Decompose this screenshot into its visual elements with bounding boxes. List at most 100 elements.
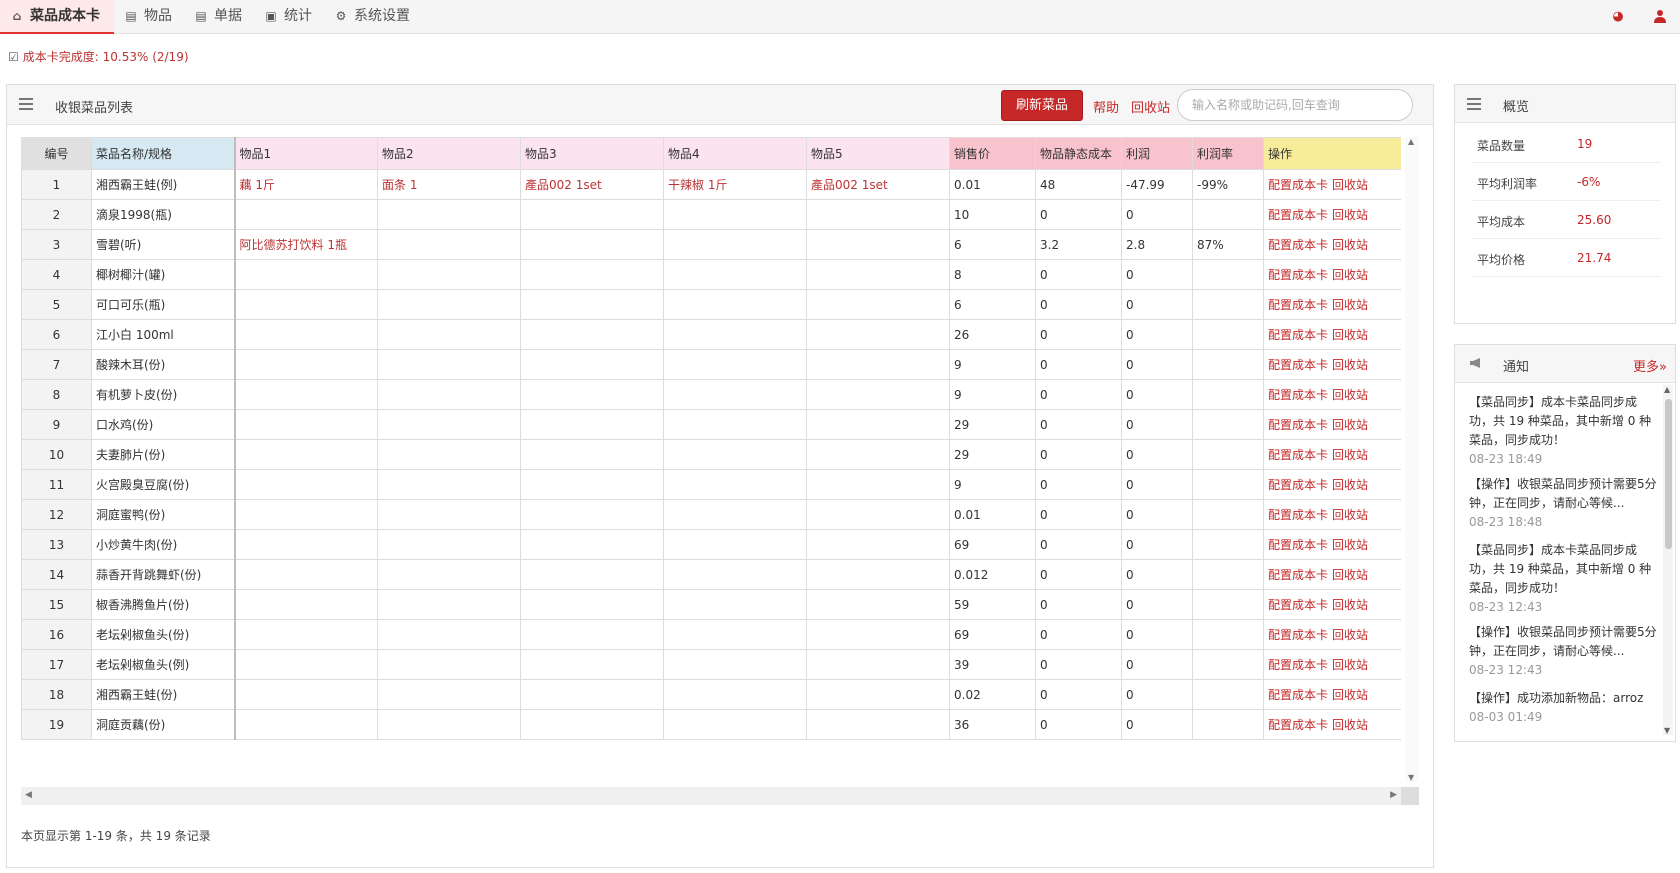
cell-item-4[interactable]	[663, 409, 807, 440]
cell-item-3[interactable]	[520, 649, 664, 680]
cell-item-2[interactable]	[377, 259, 521, 290]
cell-item-5[interactable]	[806, 289, 950, 320]
cell-item-1[interactable]	[234, 499, 378, 530]
column-header-item5[interactable]: 物品5	[806, 137, 950, 170]
configure-cost-card-link[interactable]: 配置成本卡	[1268, 628, 1328, 642]
cell-item-3[interactable]	[520, 439, 664, 470]
cell-item-1[interactable]	[234, 679, 378, 710]
cell-item-1[interactable]	[234, 559, 378, 590]
cell-item-3[interactable]	[520, 589, 664, 620]
scroll-left-icon[interactable]: ◀	[25, 790, 32, 800]
cell-item-5[interactable]	[806, 529, 950, 560]
cell-item-5[interactable]	[806, 229, 950, 260]
recycle-link[interactable]: 回收站	[1332, 448, 1368, 462]
table-vertical-scrollbar[interactable]: ▲ ▼	[1405, 137, 1419, 782]
recycle-link[interactable]: 回收站	[1332, 478, 1368, 492]
configure-cost-card-link[interactable]: 配置成本卡	[1268, 178, 1328, 192]
recycle-link[interactable]: 回收站	[1332, 628, 1368, 642]
notice-item[interactable]: 【操作】收银菜品同步预计需要5分钟，正在同步，请耐心等候... 08-23 12…	[1469, 623, 1659, 680]
cell-item-4[interactable]	[663, 559, 807, 590]
recycle-link[interactable]: 回收站	[1332, 298, 1368, 312]
recycle-link[interactable]: 回收站	[1332, 178, 1368, 192]
configure-cost-card-link[interactable]: 配置成本卡	[1268, 568, 1328, 582]
cell-item-4[interactable]	[663, 529, 807, 560]
cell-item-4[interactable]	[663, 319, 807, 350]
cell-item-1[interactable]	[234, 379, 378, 410]
recycle-link[interactable]: 回收站	[1332, 328, 1368, 342]
table-row[interactable]: 6 江小白 100ml 26 0 0 配置成本卡 回收站	[21, 319, 1401, 350]
cell-item-4[interactable]	[663, 259, 807, 290]
cell-item-1[interactable]	[234, 439, 378, 470]
cell-item-4[interactable]	[663, 499, 807, 530]
configure-cost-card-link[interactable]: 配置成本卡	[1268, 208, 1328, 222]
cell-item-4[interactable]	[663, 289, 807, 320]
recycle-link[interactable]: 回收站	[1332, 598, 1368, 612]
column-header-item1[interactable]: 物品1	[234, 137, 378, 170]
cell-item-1[interactable]	[234, 589, 378, 620]
cell-item-1[interactable]	[234, 319, 378, 350]
table-row[interactable]: 10 夫妻肺片(份) 29 0 0 配置成本卡 回收站	[21, 439, 1401, 470]
cell-item-5[interactable]	[806, 439, 950, 470]
table-horizontal-scrollbar[interactable]: ◀ ▶	[21, 787, 1419, 805]
configure-cost-card-link[interactable]: 配置成本卡	[1268, 598, 1328, 612]
table-row[interactable]: 1 湘西霸王蛙(例) 藕 1斤 面条 1 產品002 1set 干辣椒 1斤 產品002 1…	[21, 169, 1401, 200]
table-row[interactable]: 15 椒香沸腾鱼片(份) 59 0 0 配置成本卡 回收站	[21, 589, 1401, 620]
scroll-up-icon[interactable]: ▲	[1664, 385, 1670, 394]
cell-item-5[interactable]	[806, 499, 950, 530]
user-icon[interactable]	[1652, 9, 1668, 25]
column-header-price[interactable]: 销售价	[949, 137, 1036, 170]
nav-tab-settings[interactable]: ⚙ 系统设置	[334, 0, 410, 34]
cell-item-2[interactable]: 面条 1	[377, 169, 521, 200]
more-notices-link[interactable]: 更多»	[1633, 356, 1667, 375]
search-input[interactable]	[1177, 89, 1413, 121]
cell-item-1[interactable]	[234, 469, 378, 500]
cell-item-5[interactable]: 產品002 1set	[806, 169, 950, 200]
cell-item-4[interactable]	[663, 619, 807, 650]
scroll-right-icon[interactable]: ▶	[1390, 790, 1397, 800]
cell-item-4[interactable]	[663, 199, 807, 230]
cell-item-3[interactable]	[520, 469, 664, 500]
recycle-link[interactable]: 回收站	[1332, 658, 1368, 672]
configure-cost-card-link[interactable]: 配置成本卡	[1268, 688, 1328, 702]
cell-item-1[interactable]	[234, 529, 378, 560]
configure-cost-card-link[interactable]: 配置成本卡	[1268, 418, 1328, 432]
refresh-dishes-button[interactable]: 刷新菜品	[1001, 90, 1083, 121]
cell-item-4[interactable]	[663, 379, 807, 410]
table-row[interactable]: 14 蒜香开背跳舞虾(份) 0.012 0 0 配置成本卡 回收站	[21, 559, 1401, 590]
cell-item-1[interactable]	[234, 349, 378, 380]
cell-item-2[interactable]	[377, 319, 521, 350]
cell-item-1[interactable]	[234, 289, 378, 320]
column-header-name[interactable]: 菜品名称/规格	[91, 137, 236, 170]
recycle-link[interactable]: 回收站	[1332, 388, 1368, 402]
nav-tab-items[interactable]: ▤ 物品	[124, 0, 172, 34]
column-header-item4[interactable]: 物品4	[663, 137, 807, 170]
cell-item-1[interactable]	[234, 259, 378, 290]
configure-cost-card-link[interactable]: 配置成本卡	[1268, 538, 1328, 552]
table-row[interactable]: 2 滴泉1998(瓶) 10 0 0 配置成本卡 回收站	[21, 199, 1401, 230]
nav-tab-statistics[interactable]: ▣ 统计	[264, 0, 312, 34]
cell-item-2[interactable]	[377, 439, 521, 470]
cell-item-4[interactable]	[663, 469, 807, 500]
table-row[interactable]: 11 火宫殿臭豆腐(份) 9 0 0 配置成本卡 回收站	[21, 469, 1401, 500]
cell-item-5[interactable]	[806, 649, 950, 680]
cell-item-2[interactable]	[377, 469, 521, 500]
table-row[interactable]: 9 口水鸡(份) 29 0 0 配置成本卡 回收站	[21, 409, 1401, 440]
cell-item-2[interactable]	[377, 559, 521, 590]
cell-item-5[interactable]	[806, 199, 950, 230]
cell-item-3[interactable]	[520, 349, 664, 380]
cell-item-3[interactable]	[520, 499, 664, 530]
cell-item-4[interactable]	[663, 229, 807, 260]
cell-item-2[interactable]	[377, 499, 521, 530]
configure-cost-card-link[interactable]: 配置成本卡	[1268, 658, 1328, 672]
cell-item-1[interactable]	[234, 619, 378, 650]
recycle-link[interactable]: 回收站	[1332, 238, 1368, 252]
cell-item-3[interactable]	[520, 229, 664, 260]
cell-item-3[interactable]	[520, 559, 664, 590]
cell-item-2[interactable]	[377, 379, 521, 410]
table-row[interactable]: 3 雪碧(听) 阿比德苏打饮料 1瓶 6 3.2 2.8 87% 配置成本卡 回收站	[21, 229, 1401, 260]
cell-item-2[interactable]	[377, 529, 521, 560]
table-row[interactable]: 12 洞庭蜜鸭(份) 0.01 0 0 配置成本卡 回收站	[21, 499, 1401, 530]
configure-cost-card-link[interactable]: 配置成本卡	[1268, 268, 1328, 282]
notice-item[interactable]: 【操作】成功添加新物品：arroz 08-03 01:49	[1469, 689, 1659, 727]
cell-item-2[interactable]	[377, 289, 521, 320]
